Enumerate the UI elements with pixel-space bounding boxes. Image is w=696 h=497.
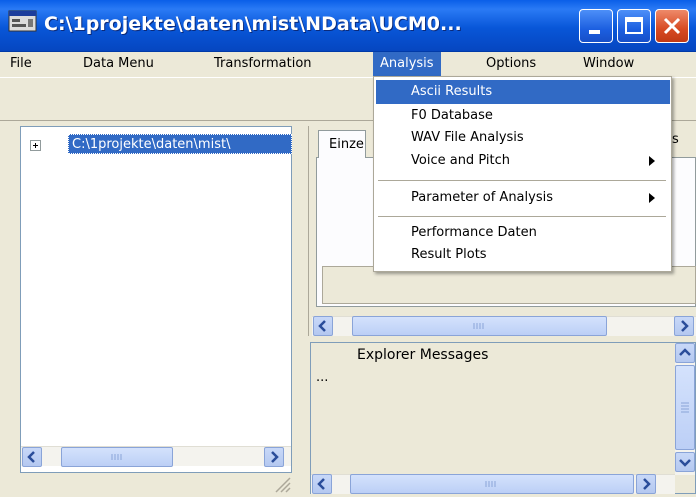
menu-item-result-plots[interactable]: Result Plots bbox=[376, 243, 670, 267]
arrow-right-icon bbox=[271, 451, 279, 463]
menu-item-wav-file-analysis[interactable]: WAV File Analysis bbox=[376, 126, 670, 150]
tree-scroll-right-button[interactable] bbox=[264, 447, 284, 467]
maximize-button[interactable] bbox=[617, 9, 651, 43]
grip-icon bbox=[473, 323, 484, 329]
close-button[interactable] bbox=[655, 9, 689, 43]
explorer-hscroll-thumb[interactable] bbox=[350, 474, 634, 494]
plus-icon bbox=[33, 143, 38, 148]
menu-analysis[interactable]: Analysis bbox=[373, 52, 441, 76]
status-bar bbox=[0, 474, 308, 494]
explorer-scroll-right-button[interactable] bbox=[636, 474, 656, 494]
tree-view[interactable] bbox=[20, 126, 292, 473]
window-title: C:\1projekte\daten\mist\NData\UCM0... bbox=[44, 13, 462, 35]
grip-icon bbox=[681, 402, 689, 413]
submenu-arrow-icon bbox=[649, 193, 655, 203]
explorer-messages-title: Explorer Messages bbox=[357, 347, 489, 363]
detail-scroll-thumb[interactable] bbox=[352, 316, 607, 336]
explorer-messages-content: ... bbox=[316, 370, 329, 385]
arrow-right-icon bbox=[643, 478, 651, 490]
tree-expand-button[interactable] bbox=[30, 140, 41, 151]
menu-item-f0-database[interactable]: F0 Database bbox=[376, 104, 670, 128]
explorer-messages-pane[interactable] bbox=[310, 342, 696, 494]
menu-item-performance-daten[interactable]: Performance Daten bbox=[376, 221, 670, 245]
detail-scroll-right-button[interactable] bbox=[674, 316, 694, 336]
menu-item-parameter-of-analysis[interactable]: Parameter of Analysis bbox=[376, 186, 670, 210]
arrow-right-icon bbox=[681, 320, 689, 332]
tab-einze[interactable]: Einze bbox=[318, 130, 366, 158]
arrow-up-icon bbox=[679, 348, 691, 356]
menu-transformation[interactable]: Transformation bbox=[207, 52, 319, 76]
tab-partial[interactable]: s bbox=[672, 132, 679, 147]
arrow-left-icon bbox=[317, 478, 325, 490]
menu-data-menu[interactable]: Data Menu bbox=[76, 52, 161, 76]
tree-scroll-thumb[interactable] bbox=[61, 447, 173, 467]
submenu-arrow-icon bbox=[649, 156, 655, 166]
window-app-icon[interactable] bbox=[8, 9, 38, 33]
tree-scroll-left-button[interactable] bbox=[22, 447, 42, 467]
maximize-icon bbox=[625, 17, 643, 34]
minimize-icon bbox=[589, 30, 600, 34]
menu-separator bbox=[378, 180, 666, 181]
menu-file[interactable]: File bbox=[3, 52, 39, 76]
explorer-scroll-down-button[interactable] bbox=[675, 452, 695, 472]
arrow-left-icon bbox=[27, 451, 35, 463]
close-icon bbox=[663, 17, 681, 35]
menu-item-ascii-results[interactable]: Ascii Results bbox=[376, 80, 670, 104]
menu-item-voice-and-pitch[interactable]: Voice and Pitch bbox=[376, 149, 670, 173]
tree-node-root[interactable]: C:\1projekte\daten\mist\ bbox=[68, 134, 292, 154]
resize-grip-icon[interactable] bbox=[272, 474, 292, 494]
explorer-scroll-left-button[interactable] bbox=[312, 474, 332, 494]
minimize-button[interactable] bbox=[579, 9, 613, 43]
explorer-scroll-thumb[interactable] bbox=[675, 365, 695, 450]
explorer-scroll-up-button[interactable] bbox=[675, 343, 695, 363]
arrow-down-icon bbox=[679, 459, 691, 467]
arrow-left-icon bbox=[318, 320, 326, 332]
grip-icon bbox=[485, 481, 496, 487]
detail-scroll-left-button[interactable] bbox=[313, 316, 333, 336]
menu-options[interactable]: Options bbox=[479, 52, 543, 76]
menu-separator bbox=[378, 216, 666, 217]
menu-window[interactable]: Window bbox=[576, 52, 641, 76]
grip-icon bbox=[111, 454, 122, 460]
